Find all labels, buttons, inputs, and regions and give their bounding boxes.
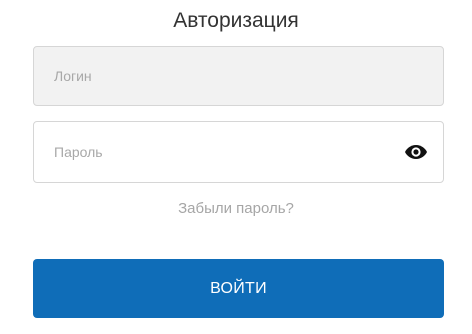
eye-icon-graphic xyxy=(405,145,427,159)
login-panel: Авторизация Забыли пароль? ВОЙТИ xyxy=(0,0,472,334)
page-title: Авторизация xyxy=(173,9,299,32)
login-submit-button[interactable]: ВОЙТИ xyxy=(33,259,444,318)
forgot-password-link[interactable]: Забыли пароль? xyxy=(0,200,472,218)
password-input[interactable] xyxy=(34,122,403,182)
eye-icon[interactable] xyxy=(403,142,429,162)
login-input[interactable] xyxy=(34,47,443,105)
login-field[interactable] xyxy=(33,46,444,106)
password-field[interactable] xyxy=(33,121,444,183)
